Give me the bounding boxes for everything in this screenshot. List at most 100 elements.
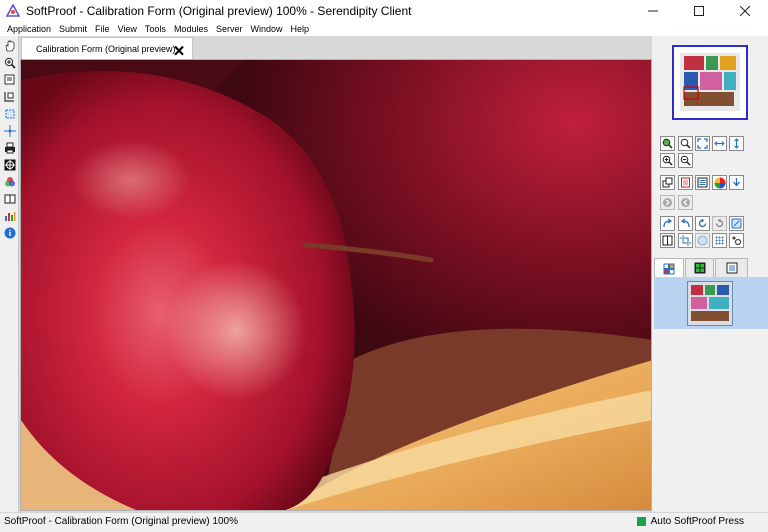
crosshair-tool-button[interactable] [3,124,16,137]
color-separation-icon [714,177,725,188]
undo-button[interactable] [678,216,693,231]
page-thumbnail[interactable] [687,281,733,326]
page-icon [4,74,15,85]
back-button[interactable] [678,195,693,210]
zoom-tool-button-r[interactable] [660,136,675,151]
window-title: SoftProof - Calibration Form (Original p… [26,4,412,18]
crop-marks-icon [680,235,691,246]
info-panel-icon [726,262,737,274]
print-tool-button[interactable] [3,141,16,154]
fit-page-button[interactable] [695,136,710,151]
page-tool-button[interactable] [3,73,16,86]
target-tool-button[interactable] [3,158,16,171]
crop-tool-button[interactable] [3,90,16,103]
tab-thumbnails[interactable] [654,258,684,278]
crop-icon [4,92,14,102]
grid-button[interactable] [695,233,710,248]
thumbnails-icon [663,263,675,274]
zoom-in-icon [662,155,673,166]
proof-icon [681,177,690,188]
menu-help[interactable]: Help [287,22,314,36]
menu-window[interactable]: Window [246,22,286,36]
close-icon [740,6,750,16]
settings-icon [732,236,742,246]
menu-server[interactable]: Server [212,22,247,36]
download-icon [733,178,740,187]
crop-marks-button[interactable] [678,233,693,248]
fit-height-button[interactable] [729,136,744,151]
image-preview[interactable] [20,59,652,511]
rotate-ccw-icon [715,218,724,228]
menu-view[interactable]: View [114,22,141,36]
fit-width-icon [714,141,725,146]
menu-application[interactable]: Application [3,22,55,36]
select-area-tool-button[interactable] [3,107,16,120]
document-tab[interactable]: Calibration Form (Original preview) 🗙 [21,37,193,59]
redo-button[interactable] [660,216,675,231]
hand-icon [5,39,14,51]
forward-icon [663,198,672,207]
page-preview-thumbnail [674,47,746,118]
book-icon [4,194,15,203]
list-button[interactable] [695,175,710,190]
menu-file[interactable]: File [91,22,114,36]
split-icon [662,235,673,246]
layers-button[interactable] [660,175,675,190]
zoom-in-icon [4,57,16,69]
split-view-button[interactable] [660,233,675,248]
color-tool-button[interactable] [3,175,16,188]
zoom-tool-icon [662,138,673,149]
print-icon [4,142,15,153]
zoom-in-button[interactable] [660,153,675,168]
zoom-out-icon [680,155,691,166]
zoom-box-button[interactable] [678,136,693,151]
app-logo-icon [6,4,20,17]
minimize-button[interactable] [630,0,676,22]
rotate-ccw-button[interactable] [712,216,727,231]
target-icon [4,159,15,170]
zoom-out-button[interactable] [678,153,693,168]
book-tool-button[interactable] [3,192,16,205]
tab-info-panel[interactable] [715,258,748,277]
info-tool-button[interactable] [3,226,16,239]
settings-button[interactable] [729,233,744,248]
fit-page-icon [697,138,708,149]
histogram-tool-button[interactable] [3,209,16,222]
dots-button[interactable] [712,233,727,248]
tab-color-swatches[interactable] [685,258,714,277]
rotate-cw-button[interactable] [695,216,710,231]
left-toolbar [0,36,19,512]
color-wheel-icon [4,176,15,186]
menu-submit[interactable]: Submit [55,22,91,36]
crosshair-icon [3,124,16,137]
minimize-icon [648,10,658,12]
color-swatch-icon [694,262,705,274]
menu-tools[interactable]: Tools [141,22,170,36]
fit-width-button[interactable] [712,136,727,151]
proof-button[interactable] [678,175,693,190]
page-thumbnail-image [688,282,732,325]
document-tab-label: Calibration Form (Original preview) [36,43,176,54]
fit-height-icon [734,138,739,149]
press-status[interactable]: Auto SoftProof Press [636,516,744,527]
maximize-icon [694,6,704,16]
menu-modules[interactable]: Modules [170,22,212,36]
maximize-button[interactable] [676,0,722,22]
forward-button[interactable] [660,195,675,210]
navigator-thumbnail[interactable] [672,45,748,120]
title-bar: SoftProof - Calibration Form (Original p… [0,0,768,22]
zoom-box-icon [680,138,691,149]
redo-icon [663,218,673,228]
info-icon [4,227,15,238]
close-button[interactable] [722,0,768,22]
layers-icon [662,177,673,188]
download-button[interactable] [729,175,744,190]
fullscreen-button[interactable] [729,216,744,231]
status-bar: SoftProof - Calibration Form (Original p… [0,512,768,532]
zoom-tool-button[interactable] [3,56,16,69]
apples-photo [21,60,651,510]
hand-tool-button[interactable] [3,39,16,52]
select-area-icon [5,109,14,118]
color-separation-button[interactable] [712,175,727,190]
status-text: SoftProof - Calibration Form (Original p… [4,516,238,527]
